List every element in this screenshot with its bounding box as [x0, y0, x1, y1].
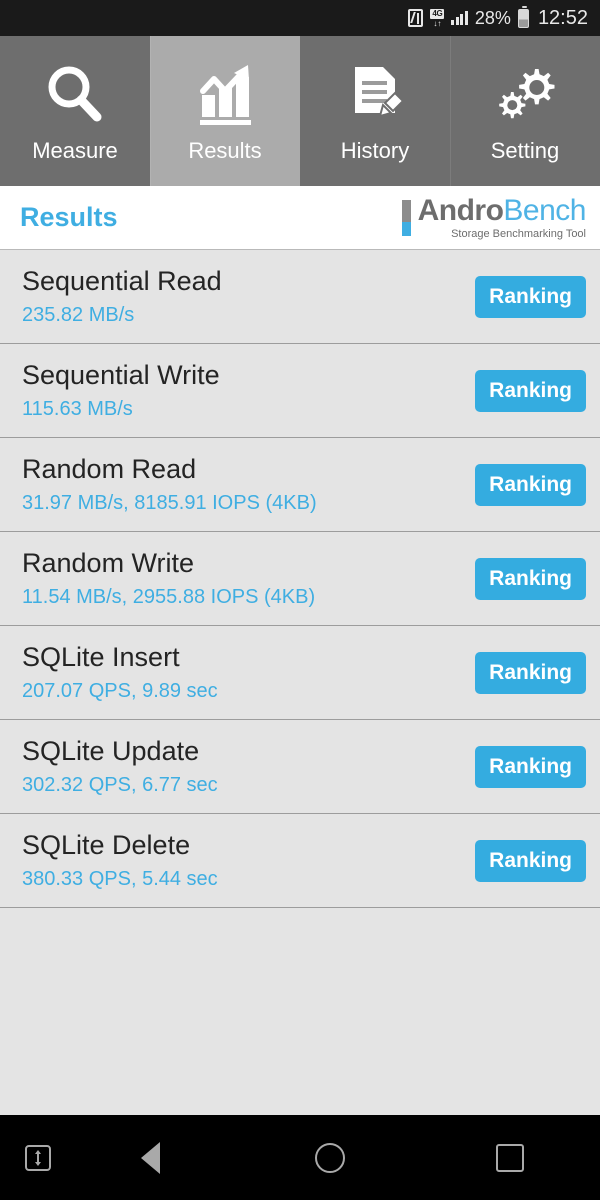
table-row[interactable]: Random Write 11.54 MB/s, 2955.88 IOPS (4… — [0, 532, 600, 626]
data-transfer-arrows-icon: ↓↑ — [433, 18, 442, 28]
bar-chart-icon — [189, 58, 261, 132]
signal-bars-icon — [451, 11, 468, 25]
tab-results[interactable]: Results — [150, 36, 300, 186]
home-circle-icon — [315, 1142, 345, 1173]
row-texts: SQLite Insert 207.07 QPS, 9.89 sec — [22, 642, 218, 703]
phone-screen: 4G ↓↑ 28% 12:52 Measure Results History … — [0, 0, 600, 1200]
row-title: Sequential Read — [22, 266, 222, 296]
magnifier-icon — [39, 58, 111, 132]
ranking-button[interactable]: Ranking — [475, 557, 586, 600]
logo-text: AndroBench Storage Benchmarking Tool — [417, 193, 587, 240]
battery-percent-label: 28% — [474, 7, 511, 28]
ranking-button[interactable]: Ranking — [475, 651, 586, 694]
row-texts: Random Read 31.97 MB/s, 8185.91 IOPS (4K… — [22, 454, 317, 515]
recents-square-icon — [496, 1143, 524, 1172]
row-title: SQLite Delete — [22, 830, 191, 860]
row-title: SQLite Update — [22, 736, 200, 766]
tab-setting-label: Setting — [490, 138, 560, 163]
logo-tagline: Storage Benchmarking Tool — [451, 227, 586, 240]
table-row[interactable]: Sequential Write 115.63 MB/s Ranking — [0, 344, 600, 438]
table-row[interactable]: Random Read 31.97 MB/s, 8185.91 IOPS (4K… — [0, 438, 600, 532]
back-triangle-icon — [140, 1141, 160, 1174]
ranking-button[interactable]: Ranking — [475, 463, 586, 506]
tab-measure[interactable]: Measure — [0, 36, 150, 186]
row-texts: Random Write 11.54 MB/s, 2955.88 IOPS (4… — [22, 548, 315, 609]
ranking-button[interactable]: Ranking — [475, 745, 586, 788]
hide-navbar-icon[interactable] — [22, 1144, 54, 1171]
row-texts: Sequential Write 115.63 MB/s — [22, 360, 220, 421]
row-value: 302.32 QPS, 6.77 sec — [22, 774, 218, 796]
row-value: 380.33 QPS, 5.44 sec — [22, 868, 218, 890]
row-value: 11.54 MB/s, 2955.88 IOPS (4KB) — [22, 586, 316, 608]
ranking-button[interactable]: Ranking — [475, 275, 586, 318]
logo-mark-icon — [401, 199, 411, 236]
status-bar: 4G ↓↑ 28% 12:52 — [0, 0, 600, 36]
table-row[interactable]: SQLite Update 302.32 QPS, 6.77 sec Ranki… — [0, 720, 600, 814]
logo-andro: Andro — [417, 193, 504, 227]
tab-measure-label: Measure — [32, 138, 118, 163]
gears-icon — [489, 58, 561, 132]
row-texts: Sequential Read 235.82 MB/s — [22, 266, 222, 327]
list-empty-space — [0, 908, 600, 1095]
page-title: Results — [20, 202, 118, 232]
table-row[interactable]: SQLite Insert 207.07 QPS, 9.89 sec Ranki… — [0, 626, 600, 720]
ranking-button[interactable]: Ranking — [475, 369, 586, 412]
system-navigation-bar — [0, 1115, 600, 1200]
tab-history[interactable]: History — [300, 36, 450, 186]
table-row[interactable]: Sequential Read 235.82 MB/s Ranking — [0, 250, 600, 344]
row-title: SQLite Insert — [22, 642, 180, 672]
nfc-icon — [408, 9, 424, 27]
tab-setting[interactable]: Setting — [450, 36, 600, 186]
results-list: Sequential Read 235.82 MB/s Ranking Sequ… — [0, 250, 600, 908]
home-button[interactable] — [240, 1142, 420, 1173]
row-value: 115.63 MB/s — [22, 398, 133, 420]
tab-history-label: History — [340, 138, 410, 163]
document-pencil-icon — [339, 58, 411, 132]
page-header: Results AndroBench Storage Benchmarking … — [0, 186, 600, 250]
row-title: Random Write — [22, 548, 195, 578]
back-button[interactable] — [60, 1141, 240, 1174]
row-texts: SQLite Update 302.32 QPS, 6.77 sec — [22, 736, 218, 797]
status-bar-clock: 12:52 — [537, 6, 588, 29]
recents-button[interactable] — [420, 1143, 600, 1172]
row-value: 207.07 QPS, 9.89 sec — [22, 680, 218, 702]
ranking-button[interactable]: Ranking — [475, 839, 586, 882]
network-type-label: 4G — [430, 8, 445, 19]
battery-icon — [517, 5, 529, 28]
table-row[interactable]: SQLite Delete 380.33 QPS, 5.44 sec Ranki… — [0, 814, 600, 908]
logo-wordmark: AndroBench — [417, 193, 587, 227]
mobile-data-4g-icon: 4G ↓↑ — [430, 8, 445, 28]
androbench-logo: AndroBench Storage Benchmarking Tool — [401, 193, 587, 240]
row-texts: SQLite Delete 380.33 QPS, 5.44 sec — [22, 830, 218, 891]
row-title: Random Read — [22, 454, 197, 484]
tab-results-label: Results — [188, 138, 262, 163]
row-title: Sequential Write — [22, 360, 220, 390]
row-value: 31.97 MB/s, 8185.91 IOPS (4KB) — [22, 492, 317, 514]
logo-bench: Bench — [503, 193, 586, 227]
row-value: 235.82 MB/s — [22, 304, 135, 326]
main-tab-bar: Measure Results History Setting — [0, 36, 600, 186]
